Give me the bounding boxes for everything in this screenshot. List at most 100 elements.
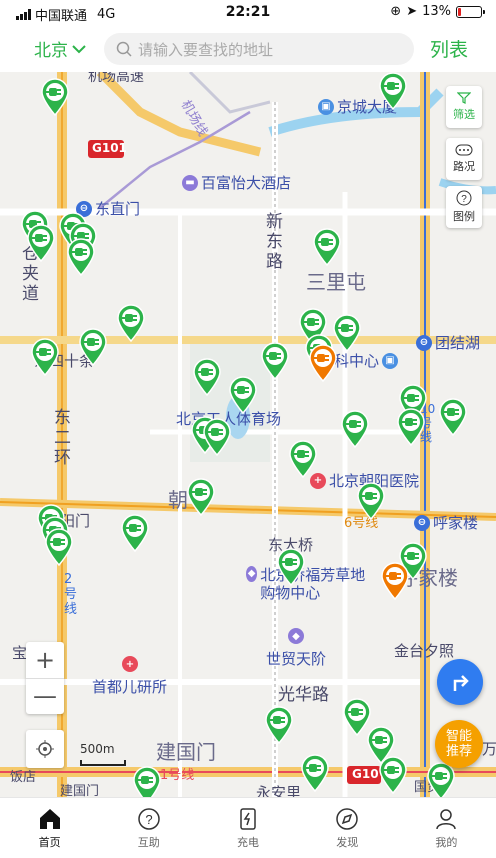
- charging-pin-icon: [121, 514, 149, 553]
- poi-qiaofu[interactable]: ◆ 北京侨福芳草地购物中心: [246, 566, 376, 602]
- poi-kejizhongxin-label: 科中心: [334, 352, 380, 370]
- tab-profile-label: 我的: [435, 836, 458, 849]
- city-label: 北京: [34, 41, 68, 61]
- charging-pin[interactable]: [300, 754, 330, 793]
- charging-pin[interactable]: [378, 756, 408, 795]
- label-jintai: 金台夕照: [394, 642, 455, 660]
- poi-kejizhongxin[interactable]: 科中心 ▣: [334, 350, 399, 371]
- charging-pin-icon: [31, 338, 59, 377]
- charging-pin[interactable]: [228, 376, 258, 415]
- label-bao: 宝: [12, 644, 28, 662]
- charge-icon: [240, 808, 256, 830]
- charging-pin[interactable]: [378, 72, 408, 111]
- charging-pin-icon: [357, 482, 385, 521]
- charging-pin-icon: [187, 478, 215, 517]
- poi-shimao-icon[interactable]: ◆: [288, 628, 304, 644]
- zoom-in-button[interactable]: +: [26, 642, 64, 679]
- charging-pin-icon: [309, 344, 337, 383]
- tab-help-label: 互助: [137, 836, 160, 849]
- label-dongerhuan: 东二环: [54, 408, 71, 468]
- chevron-down-icon: [72, 44, 86, 53]
- poi-tuanjiehu[interactable]: ⊖ 团结湖: [416, 332, 480, 353]
- label-line2: 2号线: [64, 572, 78, 617]
- battery-icon: [456, 5, 485, 18]
- charging-pin[interactable]: [340, 410, 370, 449]
- charging-pin-icon: [341, 410, 369, 449]
- status-right: ⊕ ➤ 13%: [390, 4, 485, 19]
- charging-pin[interactable]: [78, 328, 108, 367]
- tab-profile[interactable]: 我的: [397, 798, 496, 858]
- charging-pin[interactable]: [116, 304, 146, 343]
- charging-pin[interactable]: [288, 440, 318, 479]
- charging-pin[interactable]: [380, 562, 410, 601]
- charging-pin-icon: [261, 342, 289, 381]
- svg-text:?: ?: [145, 812, 152, 827]
- poi-tuanjiehu-label: 团结湖: [435, 334, 481, 352]
- location-arrow-icon: ➤: [406, 4, 418, 19]
- poi-hujialou[interactable]: ⊖ 呼家楼: [414, 512, 478, 533]
- filter-button[interactable]: 筛选: [446, 86, 482, 128]
- charging-pin[interactable]: [356, 482, 386, 521]
- charging-pin[interactable]: [312, 228, 342, 267]
- shopping-icon: ◆: [288, 628, 304, 644]
- poi-marriott[interactable]: ▬ 百富怡大酒店: [182, 172, 291, 193]
- map-view[interactable]: 机场高速 机场线 G101 G10 新东路 三里屯 仓夹道 东四十条 东二环 北…: [0, 72, 496, 797]
- charging-pin-icon: [133, 766, 161, 797]
- subway-icon: ⊖: [414, 514, 430, 531]
- hospital-icon: +: [122, 656, 138, 672]
- legend-label: 图例: [453, 210, 475, 223]
- list-button[interactable]: 列表: [430, 35, 468, 62]
- smart-recommend-button[interactable]: 智能推荐: [435, 720, 483, 768]
- charging-pin[interactable]: [120, 514, 150, 553]
- charging-pin[interactable]: [192, 358, 222, 397]
- charging-pin-icon: [427, 762, 455, 797]
- label-g103: G10: [352, 767, 379, 781]
- charging-pin[interactable]: [438, 398, 468, 437]
- charging-pin-icon: [397, 408, 425, 447]
- zoom-out-button[interactable]: —: [26, 679, 64, 715]
- charging-pin[interactable]: [132, 766, 162, 797]
- label-guanghua: 光华路: [278, 685, 329, 705]
- subway-icon: ⊖: [416, 334, 432, 351]
- charging-pin-icon: [439, 398, 467, 437]
- label-sanlitun: 三里屯: [306, 270, 366, 294]
- tab-bar: 首页 ? 互助 充电 发现 我的: [0, 797, 496, 858]
- search-input[interactable]: 请输入要查找的地址: [104, 33, 414, 65]
- charging-pin[interactable]: [26, 224, 56, 263]
- building-icon: ▣: [382, 352, 399, 369]
- tab-home[interactable]: 首页: [0, 798, 99, 858]
- scale-label: 500m: [80, 742, 115, 756]
- charging-pin[interactable]: [396, 408, 426, 447]
- tab-help[interactable]: ? 互助: [99, 798, 198, 858]
- charging-pin-icon: [301, 754, 329, 793]
- tab-discover[interactable]: 发现: [298, 798, 397, 858]
- charging-pin-icon: [289, 440, 317, 479]
- poi-erke-hosp[interactable]: +: [122, 656, 138, 672]
- charging-pin[interactable]: [186, 478, 216, 517]
- locate-button[interactable]: [26, 730, 64, 768]
- locate-icon: [36, 740, 54, 758]
- tab-home-label: 首页: [38, 836, 61, 849]
- charging-pin[interactable]: [426, 762, 456, 797]
- charging-pin[interactable]: [308, 344, 338, 383]
- charging-pin[interactable]: [66, 238, 96, 277]
- charging-pin[interactable]: [276, 548, 306, 587]
- tab-charge[interactable]: 充电: [198, 798, 297, 858]
- charging-pin[interactable]: [40, 78, 70, 117]
- charging-pin-icon: [79, 328, 107, 367]
- navigate-button[interactable]: [437, 659, 483, 705]
- charging-pin[interactable]: [202, 418, 232, 457]
- charging-pin-icon: [265, 706, 293, 745]
- charging-pin-icon: [229, 376, 257, 415]
- scale-bar: [80, 760, 126, 766]
- traffic-button[interactable]: 路况: [446, 138, 482, 180]
- charging-pin-icon: [379, 72, 407, 111]
- charging-pin[interactable]: [264, 706, 294, 745]
- charging-pin[interactable]: [260, 342, 290, 381]
- city-selector[interactable]: 北京: [34, 36, 86, 61]
- battery-fill: [458, 7, 461, 16]
- legend-button[interactable]: ? 图例: [446, 186, 482, 228]
- charging-pin[interactable]: [30, 338, 60, 377]
- poi-hujialou-label: 呼家楼: [433, 514, 479, 532]
- charging-pin[interactable]: [44, 528, 74, 567]
